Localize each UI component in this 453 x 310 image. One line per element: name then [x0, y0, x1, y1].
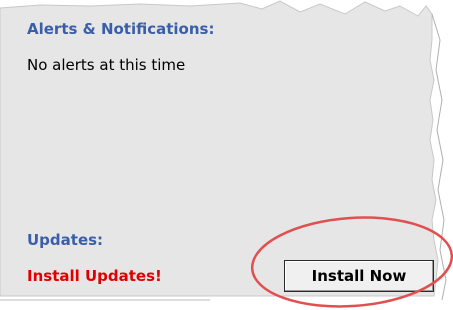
install-updates-link[interactable]: Install Updates!: [27, 267, 162, 285]
updates-heading: Updates:: [27, 231, 104, 249]
install-now-button[interactable]: Install Now: [284, 260, 434, 292]
notifications-panel-screenshot: Alerts & Notifications: No alerts at thi…: [0, 0, 453, 310]
alerts-heading: Alerts & Notifications:: [27, 20, 215, 38]
alerts-message: No alerts at this time: [27, 56, 186, 74]
grey-panel: [0, 0, 439, 297]
